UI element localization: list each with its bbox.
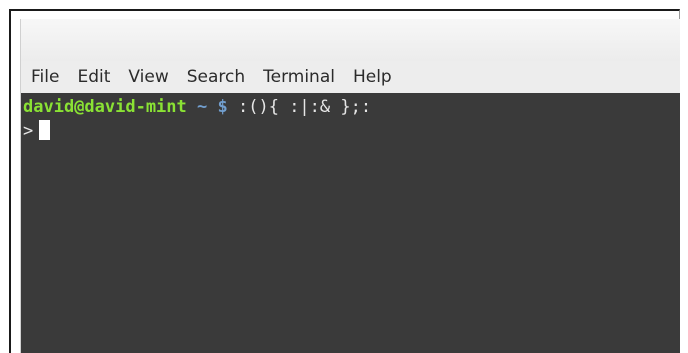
command-text: :(){ :|:& };:: [238, 97, 372, 117]
menu-help[interactable]: Help: [343, 61, 400, 93]
menu-edit[interactable]: Edit: [67, 61, 118, 93]
continuation-prompt: >: [23, 121, 34, 141]
command-line: david@david-mint ~ $ :(){ :|:& };:: [23, 95, 680, 119]
prompt-path: ~: [197, 97, 208, 117]
terminal-window: File Edit View Search Terminal Help davi…: [20, 19, 680, 353]
continuation-line: >: [23, 119, 680, 143]
window-titlebar[interactable]: [21, 19, 680, 61]
menu-bar: File Edit View Search Terminal Help: [21, 61, 680, 93]
menu-view[interactable]: View: [118, 61, 176, 93]
menu-file[interactable]: File: [21, 61, 67, 93]
menu-terminal[interactable]: Terminal: [253, 61, 343, 93]
prompt-sign: $: [217, 97, 228, 117]
text-cursor: [39, 120, 51, 140]
terminal-output-area[interactable]: david@david-mint ~ $ :(){ :|:& };: >: [21, 93, 680, 353]
menu-search[interactable]: Search: [177, 61, 253, 93]
prompt-user-host: david@david-mint: [23, 97, 187, 117]
